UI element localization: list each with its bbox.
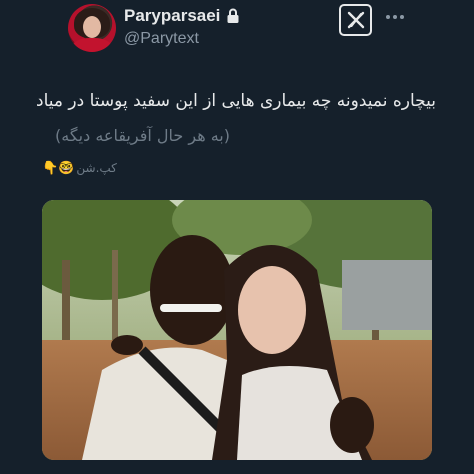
tweet-subtext: (به هر حال آفریقاعه دیگه) — [55, 126, 230, 145]
woman-face — [238, 266, 306, 354]
lock-icon — [226, 8, 240, 24]
more-options-icon[interactable] — [384, 6, 406, 28]
avatar-dress — [72, 38, 112, 52]
caption-emojis: 👇🤓 — [42, 160, 75, 176]
avatar[interactable] — [68, 4, 116, 52]
man-head — [150, 235, 234, 345]
name-row: Paryparsaei — [124, 6, 240, 26]
man-hand — [330, 397, 374, 453]
display-name[interactable]: Paryparsaei — [124, 6, 220, 26]
man-smile — [160, 304, 222, 312]
wall — [342, 260, 432, 330]
avatar-face — [83, 16, 101, 38]
tweet-header: Paryparsaei @Parytext — [0, 0, 474, 60]
x-logo-icon[interactable] — [339, 4, 372, 36]
caption-text: کپ.شن — [76, 161, 117, 175]
user-handle[interactable]: @Parytext — [124, 30, 199, 48]
man-hand — [111, 335, 143, 355]
caption-row: 👇🤓 کپ.شن — [42, 158, 117, 178]
tweet-text: بیچاره نمیدونه چه بیماری هایی از این سفی… — [36, 91, 436, 111]
tweet-photo[interactable] — [42, 200, 432, 460]
